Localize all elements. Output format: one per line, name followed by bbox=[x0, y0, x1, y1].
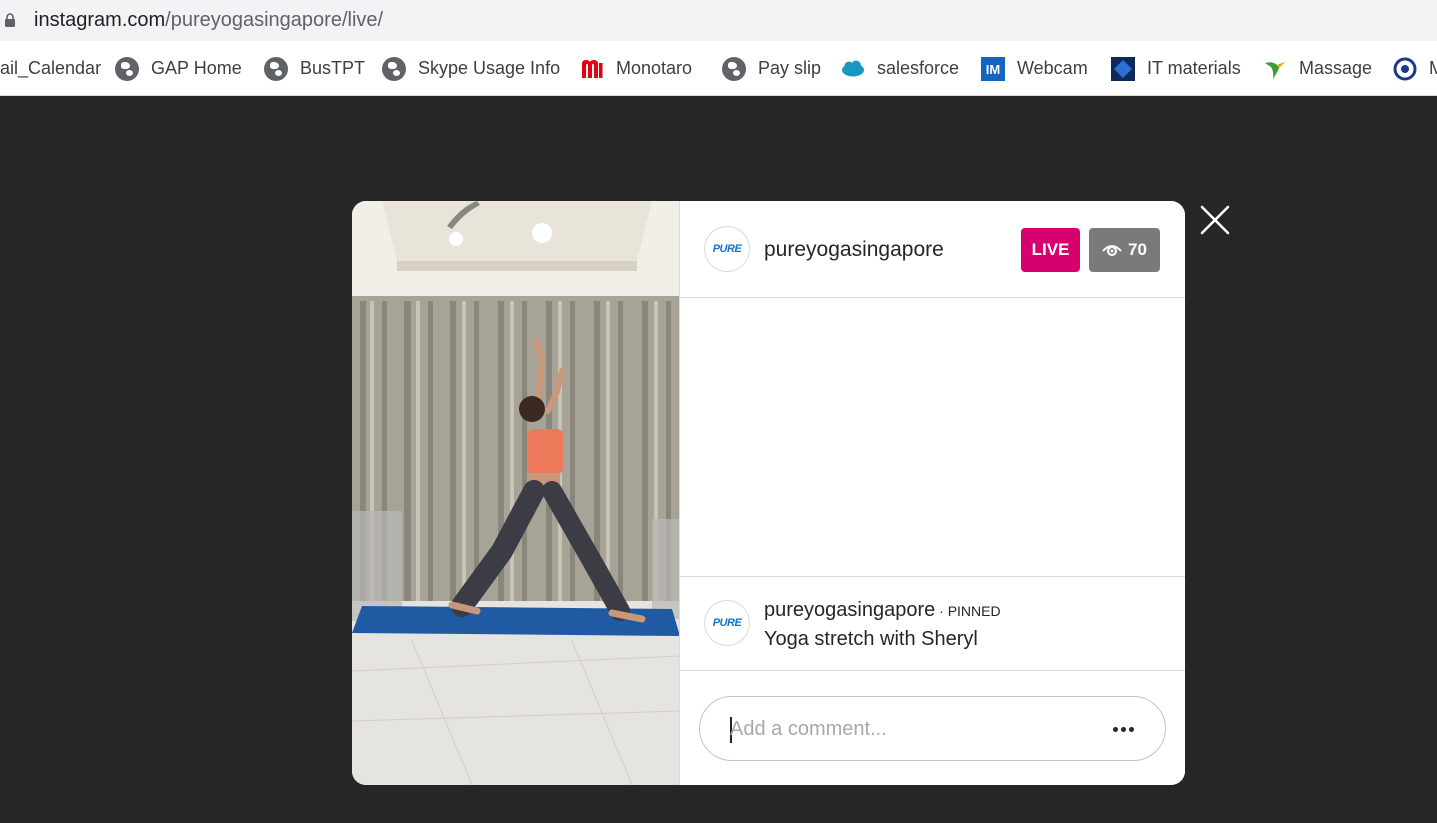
lock-icon bbox=[5, 13, 15, 27]
live-badge: LIVE bbox=[1021, 228, 1080, 272]
pinned-tag: · PINNED bbox=[935, 603, 1001, 619]
url-domain: instagram.com bbox=[34, 9, 166, 31]
live-modal: PURE pureyogasingapore LIVE 70 PURE pure… bbox=[352, 201, 1185, 785]
bookmark-mail-calendar[interactable]: ail_Calendar bbox=[0, 41, 102, 95]
bookmark-label: IT materials bbox=[1147, 58, 1241, 78]
bookmark-gap-home[interactable]: GAP Home bbox=[115, 41, 242, 95]
bookmark-label: salesforce bbox=[877, 58, 960, 78]
viewer-count: 70 bbox=[1128, 240, 1147, 259]
url-text[interactable]: instagram.com/pureyogasingapore/live/ bbox=[34, 9, 383, 32]
bookmark-label: GAP Home bbox=[151, 58, 242, 78]
svg-text:IM: IM bbox=[986, 62, 1000, 77]
bookmark-label: Skype Usage Info bbox=[418, 58, 561, 78]
bookmark-label: BusTPT bbox=[300, 58, 366, 78]
avatar-text: PURE bbox=[712, 617, 742, 629]
bookmark-it-materials[interactable]: IT materials bbox=[1111, 41, 1241, 95]
globe-icon bbox=[264, 56, 288, 81]
bookmark-massage[interactable]: Massage bbox=[1263, 41, 1373, 95]
circle-logo-icon bbox=[1393, 57, 1417, 80]
url-path: /pureyogasingapore/live/ bbox=[165, 9, 384, 31]
im-icon: IM bbox=[981, 56, 1005, 81]
salesforce-cloud-icon bbox=[842, 60, 864, 76]
diamond-icon bbox=[1111, 56, 1135, 81]
close-icon[interactable] bbox=[1198, 203, 1232, 237]
comment-input[interactable] bbox=[730, 715, 1090, 743]
video-frame bbox=[352, 201, 679, 785]
bookmarks-bar: ail_Calendar GAP Home BusTPT Skype Usage… bbox=[0, 41, 1437, 96]
live-side-panel: PURE pureyogasingapore LIVE 70 PURE pure… bbox=[680, 201, 1185, 785]
bookmark-label: M bbox=[1429, 58, 1437, 79]
bookmark-bustpt[interactable]: BusTPT bbox=[264, 41, 366, 95]
pinned-comment: PURE pureyogasingapore · PINNED Yoga str… bbox=[680, 576, 1185, 671]
avatar[interactable]: PURE bbox=[704, 600, 750, 646]
bird-icon bbox=[1265, 61, 1285, 79]
comment-box[interactable] bbox=[699, 696, 1166, 761]
monotaro-icon bbox=[582, 59, 603, 78]
account-username[interactable]: pureyogasingapore bbox=[764, 238, 944, 262]
viewer-count-badge: 70 bbox=[1089, 228, 1160, 272]
more-options-button[interactable] bbox=[1108, 717, 1138, 741]
eye-icon bbox=[1102, 245, 1122, 256]
bookmark-m[interactable]: M bbox=[1393, 41, 1437, 95]
bookmark-pay-slip[interactable]: Pay slip bbox=[722, 41, 822, 95]
more-dot-icon bbox=[1128, 726, 1134, 732]
more-dot-icon bbox=[1112, 726, 1118, 732]
avatar-text: PURE bbox=[712, 243, 742, 255]
bookmark-monotaro[interactable]: Monotaro bbox=[580, 41, 693, 95]
more-dot-icon bbox=[1120, 726, 1126, 732]
globe-icon bbox=[115, 56, 139, 81]
avatar[interactable]: PURE bbox=[704, 226, 750, 272]
address-bar[interactable]: instagram.com/pureyogasingapore/live/ bbox=[0, 0, 1437, 41]
globe-icon bbox=[382, 56, 406, 81]
pinned-username[interactable]: pureyogasingapore bbox=[764, 599, 935, 621]
globe-icon bbox=[722, 56, 746, 81]
bookmark-label: Massage bbox=[1299, 58, 1373, 78]
bookmark-label: Pay slip bbox=[758, 58, 822, 78]
bookmark-skype-usage[interactable]: Skype Usage Info bbox=[382, 41, 561, 95]
live-header: PURE pureyogasingapore LIVE 70 bbox=[680, 201, 1185, 298]
bookmark-webcam[interactable]: IM Webcam bbox=[981, 41, 1088, 95]
live-video[interactable] bbox=[352, 201, 680, 785]
bookmark-salesforce[interactable]: salesforce bbox=[841, 41, 960, 95]
pinned-comment-text: Yoga stretch with Sheryl bbox=[764, 628, 978, 650]
bookmark-label: Webcam bbox=[1017, 58, 1088, 78]
pinned-comment-author: pureyogasingapore · PINNED bbox=[764, 599, 1001, 622]
bookmark-label: Monotaro bbox=[616, 58, 693, 78]
bookmark-label: ail_Calendar bbox=[0, 58, 102, 78]
